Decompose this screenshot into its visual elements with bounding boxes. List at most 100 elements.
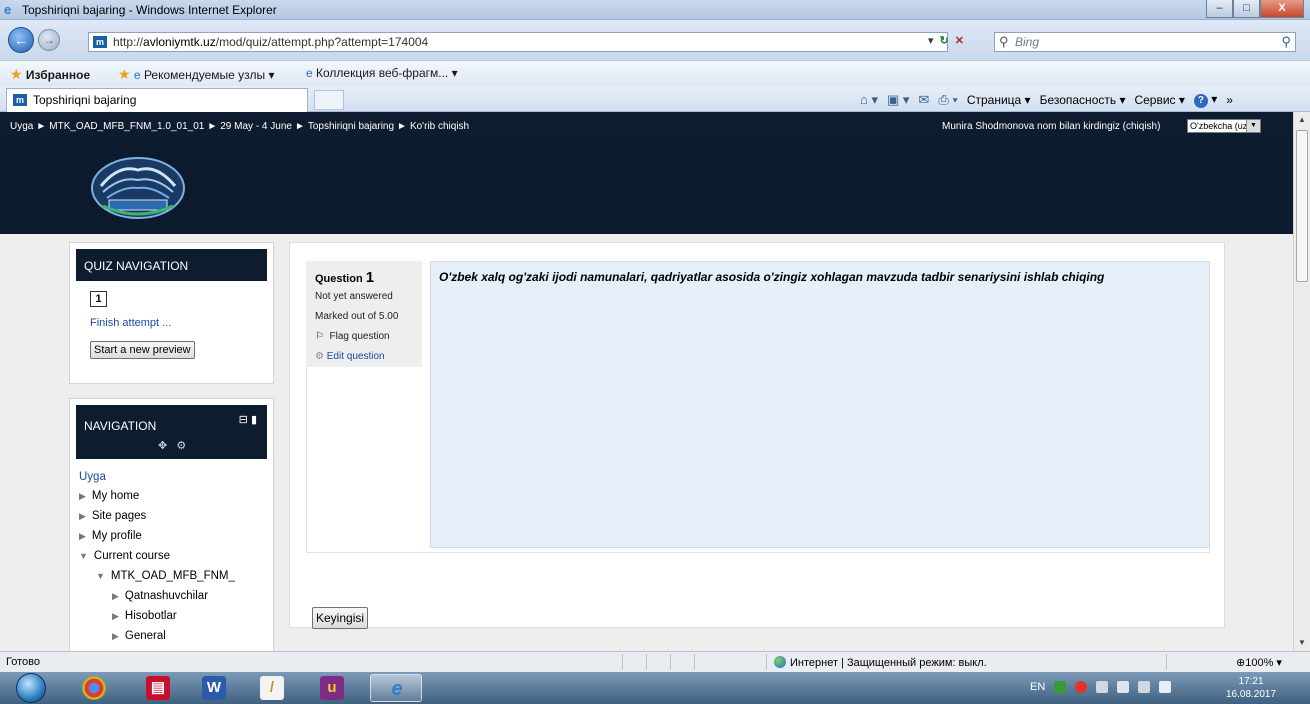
tab-row: m Topshiriqni bajaring ⌂ ▾ ▣ ▾ ✉ ⎙ ▾ Стр… [0,86,1310,112]
site-favicon-icon: m [93,36,107,48]
nav-item-participants[interactable]: ▶ Qatnashuvchilar [112,590,208,602]
nav-item-my-profile[interactable]: ▶ My profile [79,530,142,542]
help-menu[interactable]: ? ▾ [1193,92,1217,108]
address-row: ← → m http://avloniymtk.uz/mod/quiz/atte… [0,20,1310,60]
volume-icon[interactable] [1159,681,1172,693]
breadcrumb-item-quiz[interactable]: Topshiriqni bajaring [308,121,394,132]
arrow-right-icon: ▶ [79,531,86,541]
search-input[interactable]: Bing [1015,35,1039,49]
status-divider [694,654,695,670]
clock[interactable]: 17:21 16.08.2017 [1226,675,1276,701]
clock-time: 17:21 [1238,676,1264,687]
gear-icon: ⚙ [315,351,324,362]
refresh-icon[interactable]: ↻ [940,34,949,47]
vertical-scrollbar[interactable]: ▲ ▼ [1293,112,1310,651]
forward-button[interactable]: → [38,29,60,51]
scroll-thumb[interactable] [1296,130,1308,282]
status-divider [1166,654,1167,670]
security-zone[interactable]: Интернет | Защищенный режим: выкл. [774,656,987,669]
nav-item-reports[interactable]: ▶ Hisobotlar [112,610,177,622]
zoom-icon: ⊕ [1236,657,1246,669]
nav-item-home[interactable]: Uyga [79,471,106,483]
taskbar-chrome[interactable] [68,674,120,702]
taskbar-ie[interactable]: e [370,674,422,702]
app-icon: u [320,676,344,700]
web-slice-gallery-link[interactable]: e Коллекция веб-фрагм... ▾ [306,66,458,80]
nav-item-my-home[interactable]: ▶ My home [79,490,139,502]
breadcrumb-item-course[interactable]: MTK_OAD_MFB_FNM_1.0_01_01 [49,121,204,132]
nav-item-general[interactable]: ▶ General [112,630,166,642]
arrow-right-icon: ▶ [112,611,119,621]
search-go-icon[interactable]: ⚲ [1281,34,1291,50]
print-icon[interactable]: ⎙ ▾ [938,92,957,108]
home-icon[interactable]: ⌂ ▾ [860,92,878,108]
taskbar-app[interactable]: u [306,674,358,702]
ie-icon: e [133,68,141,82]
paint-icon: / [260,676,284,700]
favorites-bar: ★ Избранное ★ e Рекомендуемые узлы ▾ e К… [0,60,1310,86]
taskbar-paint[interactable]: / [246,674,298,702]
gear-icon[interactable]: ⚙ [176,440,186,452]
edit-question-link[interactable]: ⚙ Edit question [315,351,385,362]
nav-item-site-pages[interactable]: ▶ Site pages [79,510,146,522]
search-box[interactable]: ⚲ Bing ⚲ [994,32,1296,52]
taskbar-word[interactable]: W [188,674,240,702]
mail-icon[interactable]: ✉ [918,92,929,108]
question-nav-button[interactable]: 1 [90,291,107,307]
next-page-button[interactable]: Keyingisi [312,607,369,629]
suggested-sites-link[interactable]: ★ e Рекомендуемые узлы ▾ [118,66,274,83]
minimize-button[interactable]: – [1206,0,1233,18]
arrow-right-icon: ▶ [79,511,86,521]
taskbar-explorer[interactable]: ▤ [132,674,184,702]
tray-app-icon[interactable] [1054,681,1067,693]
site-logo[interactable] [89,156,187,220]
globe-icon [774,656,786,668]
page-menu[interactable]: Страница ▾ [967,93,1031,107]
feeds-icon[interactable]: ▣ ▾ [887,92,909,108]
flag-question-link[interactable]: ⚐ Flag question [315,331,390,342]
action-center-icon[interactable] [1096,681,1109,693]
dock-block-icon[interactable]: ⊟ ▮ [239,413,257,426]
tools-menu[interactable]: Сервис ▾ [1134,93,1184,107]
chrome-icon [82,676,106,700]
dropdown-icon[interactable]: ▾ [928,34,934,47]
favorites-button[interactable]: ★ Избранное [10,66,90,83]
finish-attempt-link[interactable]: Finish attempt ... [90,317,171,329]
window-titlebar: e Topshiriqni bajaring - Windows Interne… [0,0,1310,20]
status-text: Готово [6,656,40,668]
breadcrumb-item-week[interactable]: 29 May - 4 June [220,121,292,132]
address-bar[interactable]: m http://avloniymtk.uz/mod/quiz/attempt.… [88,32,948,52]
nav-item-current-course[interactable]: ▼ Current course [79,550,170,562]
zoom-level[interactable]: ⊕100% ▾ [1236,656,1282,669]
safety-menu[interactable]: Безопасность ▾ [1040,93,1126,107]
nav-item-course[interactable]: ▼ MTK_OAD_MFB_FNM_ [96,570,235,582]
navigation-title: NAVIGATION [84,419,157,433]
network-icon[interactable] [1138,681,1151,693]
new-tab-button[interactable] [314,90,344,110]
scroll-up-icon[interactable]: ▲ [1294,112,1310,128]
start-button[interactable] [6,672,58,704]
address-url[interactable]: http://avloniymtk.uz/mod/quiz/attempt.ph… [113,35,428,49]
alert-icon[interactable] [1075,681,1088,693]
language-select[interactable]: O'zbekcha (uz) ▼ [1187,119,1261,133]
arrow-right-icon: ▶ [112,631,119,641]
start-new-preview-button[interactable]: Start a new preview [90,341,195,359]
stop-icon[interactable]: ✕ [955,34,964,47]
ie-icon: e [306,66,313,80]
breadcrumb-item-home[interactable]: Uyga [10,121,33,132]
power-icon[interactable] [1117,681,1130,693]
question-marks: Marked out of 5.00 [315,311,399,322]
tab-topshiriqni-bajaring[interactable]: m Topshiriqni bajaring [6,88,308,112]
question-content: O'zbek xalq og'zaki ijodi namunalari, qa… [430,261,1210,548]
maximize-button[interactable]: □ [1233,0,1260,18]
login-info[interactable]: Munira Shodmonova nom bilan kirdingiz (c… [942,121,1160,132]
back-button[interactable]: ← [8,27,34,53]
arrow-right-icon: ▶ [112,591,119,601]
language-indicator[interactable]: EN [1030,681,1045,693]
search-icon: ⚲ [999,34,1009,49]
chevron-right-icon[interactable]: » [1226,93,1233,107]
status-divider [622,654,623,670]
move-icon[interactable]: ✥ [158,440,167,452]
close-button[interactable]: X [1260,0,1304,18]
scroll-down-icon[interactable]: ▼ [1294,635,1310,651]
